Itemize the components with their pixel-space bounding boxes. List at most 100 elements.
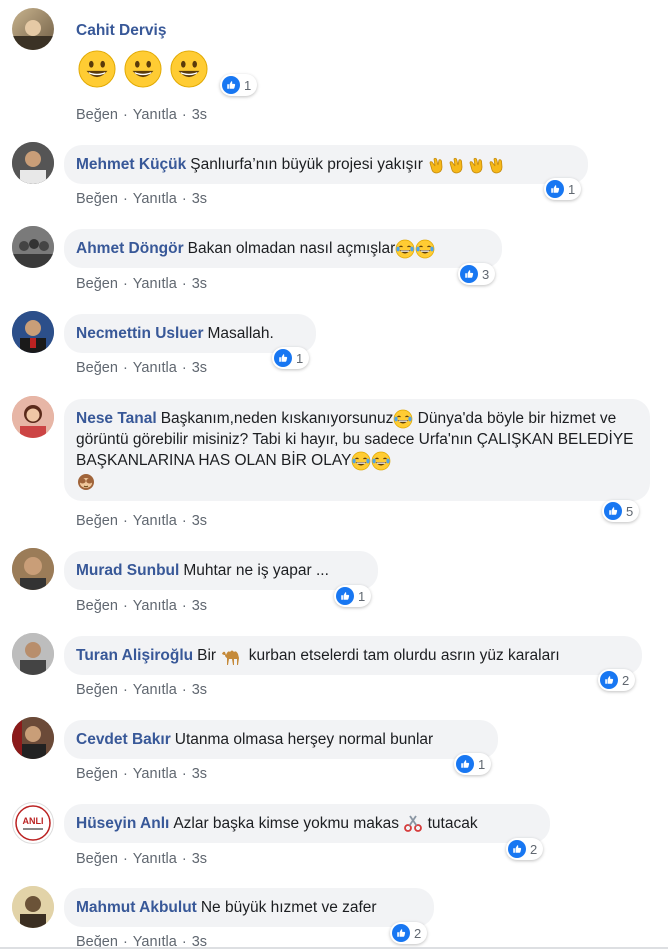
anli-logo: ANLI (15, 805, 51, 841)
like-icon (460, 265, 478, 283)
reply-link[interactable]: Yanıtla (133, 360, 177, 376)
like-link[interactable]: Beğen (76, 598, 118, 614)
timestamp[interactable]: 3s (192, 360, 207, 376)
reaction-count[interactable]: 2 (598, 669, 636, 691)
like-icon (274, 349, 292, 367)
like-icon (600, 671, 618, 689)
svg-text:ANLI: ANLI (23, 816, 44, 826)
timestamp[interactable]: 3s (192, 598, 207, 614)
like-icon (546, 180, 564, 198)
author-name[interactable]: Cahit Derviş (76, 22, 166, 39)
comment-text: Şanlıurfa’nın büyük projesi yakışır (190, 156, 423, 173)
timestamp[interactable]: 3s (192, 682, 207, 698)
comment-text: Başkanım,neden kıskanıyorsunuz (160, 410, 394, 427)
like-link[interactable]: Beğen (76, 682, 118, 698)
reaction-count[interactable]: 2 (506, 838, 544, 860)
comment-actions: Beğen · Yanıtla · 3s (76, 360, 208, 376)
author-name[interactable]: Mahmut Akbulut (76, 899, 197, 916)
reaction-count[interactable]: 3 (458, 263, 496, 285)
like-icon (222, 76, 240, 94)
timestamp[interactable]: 3s (192, 107, 207, 123)
comment-bubble: Mehmet Küçük Şanlıurfa’nın büyük projesi … (64, 145, 588, 184)
reply-link[interactable]: Yanıtla (133, 107, 177, 123)
tears-of-joy-emoji (415, 239, 435, 259)
timestamp[interactable]: 3s (192, 191, 207, 207)
like-link[interactable]: Beğen (76, 513, 118, 529)
timestamp[interactable]: 3s (192, 851, 207, 867)
clapping-hands-emoji (427, 155, 447, 175)
comment-actions: Beğen · Yanıtla · 3s (76, 682, 208, 698)
timestamp[interactable]: 3s (192, 513, 207, 529)
reaction-count[interactable]: 5 (602, 500, 640, 522)
avatar[interactable] (12, 886, 54, 928)
tears-of-joy-emoji (393, 409, 413, 429)
timestamp[interactable]: 3s (192, 766, 207, 782)
reply-link[interactable]: Yanıtla (133, 276, 177, 292)
comment-text: Bir (197, 647, 217, 664)
like-link[interactable]: Beğen (76, 107, 118, 123)
avatar[interactable] (12, 311, 54, 353)
comment-bubble: Turan Alişiroğlu Bir kurban etselerdi tam… (64, 636, 642, 675)
like-link[interactable]: Beğen (76, 360, 118, 376)
author-name[interactable]: Hüseyin Anlı (76, 815, 169, 832)
comment-actions: Beğen · Yanıtla · 3s (76, 107, 208, 123)
comment-text: Masallah. (207, 325, 274, 342)
comment-text: Utanma olmasa herşey normal bunlar (174, 731, 434, 748)
reaction-count[interactable]: 1 (454, 753, 492, 775)
author-name[interactable]: Ahmet Döngör (76, 240, 184, 257)
tears-of-joy-emoji (371, 451, 391, 471)
emoji-row (78, 50, 216, 93)
comment-text: Bakan olmadan nasıl açmışlar (187, 240, 396, 257)
author-name[interactable]: Turan Alişiroğlu (76, 647, 193, 664)
comment-bubble: Murad Sunbul Muhtar ne iş yapar ... (64, 551, 378, 590)
reaction-count[interactable]: 1 (334, 585, 372, 607)
like-link[interactable]: Beğen (76, 276, 118, 292)
comment-bubble: Cevdet Bakır Utanma olmasa herşey normal … (64, 720, 498, 759)
author-name[interactable]: Murad Sunbul (76, 562, 179, 579)
avatar[interactable]: ANLI (12, 802, 54, 844)
rolling-laughing-emoji (351, 451, 371, 471)
grinning-face-emoji (170, 50, 208, 88)
reaction-count[interactable]: 2 (390, 922, 428, 944)
reply-link[interactable]: Yanıtla (133, 598, 177, 614)
avatar[interactable] (12, 633, 54, 675)
comment-text: Ne büyük hızmet ve zafer (200, 899, 377, 916)
author-name[interactable]: Mehmet Küçük (76, 156, 186, 173)
reply-link[interactable]: Yanıtla (133, 851, 177, 867)
see-no-evil-monkey-emoji (76, 472, 96, 492)
reaction-count[interactable]: 1 (544, 178, 582, 200)
comment-text: Muhtar ne iş yapar ... (183, 562, 329, 579)
comment-actions: Beğen · Yanıtla · 3s (76, 191, 208, 207)
comment-text: kurban etselerdi tam olurdu asrın yüz ka… (248, 647, 560, 664)
reaction-count[interactable]: 1 (272, 347, 310, 369)
timestamp[interactable]: 3s (192, 276, 207, 292)
author-name[interactable]: Cevdet Bakır (76, 731, 171, 748)
like-link[interactable]: Beğen (76, 766, 118, 782)
comment-bubble: Cahit Derviş (64, 20, 264, 50)
avatar[interactable] (12, 142, 54, 184)
reply-link[interactable]: Yanıtla (133, 682, 177, 698)
avatar[interactable] (12, 8, 54, 50)
avatar[interactable] (12, 226, 54, 268)
author-name[interactable]: Necmettin Usluer (76, 325, 203, 342)
avatar[interactable] (12, 548, 54, 590)
like-icon (456, 755, 474, 773)
comment-text: tutacak (427, 815, 478, 832)
comment-actions: Beğen · Yanıtla · 3s (76, 851, 208, 867)
grinning-face-emoji (78, 50, 116, 88)
avatar[interactable] (12, 717, 54, 759)
scissors-emoji (403, 814, 423, 834)
avatar[interactable] (12, 396, 54, 438)
clapping-hands-emoji (467, 155, 487, 175)
reply-link[interactable]: Yanıtla (133, 191, 177, 207)
like-link[interactable]: Beğen (76, 191, 118, 207)
author-name[interactable]: Nese Tanal (76, 410, 157, 427)
like-icon (508, 840, 526, 858)
clapping-hands-emoji (487, 155, 507, 175)
like-link[interactable]: Beğen (76, 851, 118, 867)
reply-link[interactable]: Yanıtla (133, 766, 177, 782)
reaction-count[interactable]: 1 (220, 74, 258, 96)
reply-link[interactable]: Yanıtla (133, 513, 177, 529)
comment-actions: Beğen · Yanıtla · 3s (76, 766, 208, 782)
like-icon (336, 587, 354, 605)
